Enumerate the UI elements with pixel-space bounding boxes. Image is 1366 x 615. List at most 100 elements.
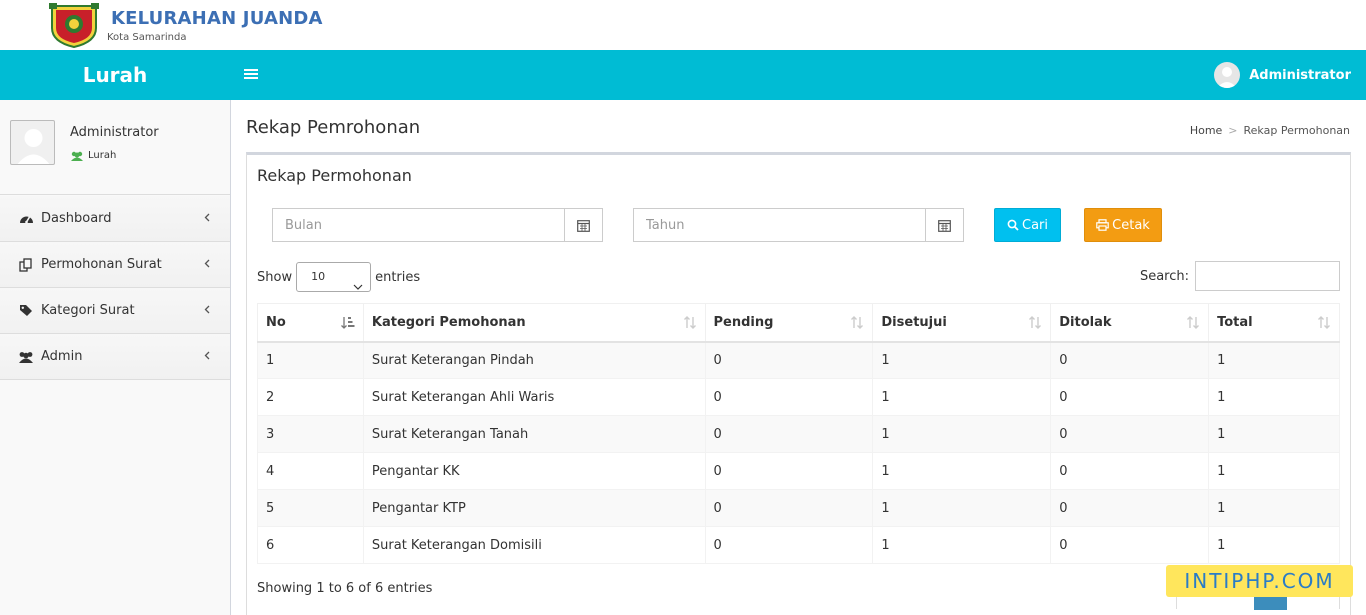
users-icon bbox=[71, 151, 83, 161]
sidebar-toggle-icon[interactable] bbox=[244, 67, 258, 83]
table-row: 1 Surat Keterangan Pindah 0 1 0 1 bbox=[257, 341, 1340, 379]
table-cell: 1 bbox=[872, 415, 1052, 453]
page-title: Rekap Pemrohonan bbox=[246, 117, 421, 138]
table-cell: 0 bbox=[1050, 452, 1210, 490]
sidebar-item-dashboard[interactable]: Dashboard bbox=[0, 196, 230, 242]
column-header-no[interactable]: No bbox=[257, 303, 364, 343]
table-cell: 1 bbox=[1208, 452, 1340, 490]
sort-both-icon bbox=[850, 316, 864, 333]
column-header-total[interactable]: Total bbox=[1208, 303, 1340, 343]
column-header-label: Disetujui bbox=[881, 314, 947, 330]
month-input[interactable] bbox=[273, 209, 564, 241]
breadcrumb-current: Rekap Permohonan bbox=[1243, 124, 1350, 137]
chevron-left-icon bbox=[204, 305, 210, 317]
breadcrumb-home-link[interactable]: Home bbox=[1190, 124, 1222, 137]
search-input[interactable] bbox=[1195, 261, 1340, 291]
watermark-logo: INTIPHP.COM bbox=[1166, 565, 1353, 597]
rekap-box: Rekap Permohonan Cari Cetak Show 10 entr… bbox=[246, 152, 1351, 615]
year-datepicker bbox=[633, 208, 964, 242]
calendar-icon[interactable] bbox=[564, 209, 602, 241]
user-menu-name: Administrator bbox=[1249, 67, 1351, 83]
search-button[interactable]: Cari bbox=[994, 208, 1061, 242]
table-cell: 1 bbox=[872, 526, 1052, 564]
user-menu[interactable]: Administrator bbox=[1214, 50, 1351, 100]
table-cell: 1 bbox=[872, 341, 1052, 379]
tags-icon bbox=[18, 304, 34, 318]
sidebar-item-permohonan-surat[interactable]: Permohonan Surat bbox=[0, 242, 230, 288]
table-cell: 4 bbox=[257, 452, 364, 490]
table-cell: 0 bbox=[1050, 378, 1210, 416]
column-header-disetujui[interactable]: Disetujui bbox=[872, 303, 1052, 343]
column-header-label: Pending bbox=[713, 314, 774, 330]
table-cell: 0 bbox=[704, 489, 874, 527]
sidebar: Administrator Lurah Dashboard Permohonan… bbox=[0, 100, 231, 615]
month-datepicker bbox=[272, 208, 603, 242]
sort-both-icon bbox=[683, 316, 697, 333]
sort-both-icon bbox=[1186, 316, 1200, 333]
column-header-label: No bbox=[266, 314, 286, 330]
rekap-table: No Kategori Pemohonan Pending Disetujui … bbox=[257, 303, 1340, 564]
sidebar-item-admin[interactable]: Admin bbox=[0, 334, 230, 380]
brand-subtitle: Kota Samarinda bbox=[107, 32, 187, 43]
table-cell: 1 bbox=[1208, 378, 1340, 416]
search-icon bbox=[1007, 219, 1019, 231]
table-row: 5 Pengantar KTP 0 1 0 1 bbox=[257, 489, 1340, 527]
table-row: 2 Surat Keterangan Ahli Waris 0 1 0 1 bbox=[257, 378, 1340, 416]
chevron-down-icon bbox=[353, 273, 363, 301]
chevron-left-icon bbox=[204, 259, 210, 271]
table-cell: 0 bbox=[704, 526, 874, 564]
breadcrumb: Home > Rekap Permohonan bbox=[1190, 124, 1350, 137]
user-panel-role: Lurah bbox=[70, 150, 116, 161]
table-cell: 0 bbox=[704, 341, 874, 379]
table-cell: Surat Keterangan Pindah bbox=[362, 341, 706, 379]
column-header-ditolak[interactable]: Ditolak bbox=[1050, 303, 1210, 343]
table-row: 6 Surat Keterangan Domisili 0 1 0 1 bbox=[257, 526, 1340, 564]
header-role-label: Lurah bbox=[82, 63, 148, 87]
table-cell: Surat Keterangan Tanah bbox=[362, 415, 706, 453]
dashboard-icon bbox=[18, 212, 34, 226]
page-length-select[interactable]: 10 bbox=[296, 262, 372, 292]
column-header-pending[interactable]: Pending bbox=[704, 303, 874, 343]
year-input[interactable] bbox=[634, 209, 925, 241]
table-cell: 5 bbox=[257, 489, 364, 527]
city-emblem-logo bbox=[46, 2, 102, 49]
sidebar-item-label: Dashboard bbox=[41, 211, 112, 226]
table-cell: 0 bbox=[1050, 489, 1210, 527]
table-cell: 1 bbox=[872, 489, 1052, 527]
show-label: Show bbox=[257, 269, 293, 285]
top-navbar: Lurah Administrator bbox=[0, 50, 1366, 100]
sidebar-item-label: Admin bbox=[41, 349, 83, 364]
page-length-value: 10 bbox=[311, 270, 326, 283]
table-cell: 0 bbox=[704, 415, 874, 453]
sort-ascending-icon bbox=[340, 316, 355, 333]
table-cell: 6 bbox=[257, 526, 364, 564]
table-cell: 0 bbox=[704, 378, 874, 416]
users-icon bbox=[18, 350, 34, 364]
table-cell: 1 bbox=[1208, 341, 1340, 379]
chevron-left-icon bbox=[204, 213, 210, 225]
calendar-icon[interactable] bbox=[925, 209, 963, 241]
table-cell: 1 bbox=[872, 452, 1052, 490]
table-search: Search: bbox=[1140, 261, 1340, 291]
table-cell: 0 bbox=[704, 452, 874, 490]
user-role-label: Lurah bbox=[88, 150, 117, 161]
user-panel: Administrator Lurah bbox=[0, 100, 230, 195]
table-cell: Pengantar KK bbox=[362, 452, 706, 490]
avatar bbox=[10, 120, 55, 165]
table-row: 4 Pengantar KK 0 1 0 1 bbox=[257, 452, 1340, 490]
user-panel-name: Administrator bbox=[70, 125, 159, 140]
avatar bbox=[1214, 62, 1241, 88]
table-cell: 1 bbox=[257, 341, 364, 379]
print-button[interactable]: Cetak bbox=[1084, 208, 1162, 242]
search-button-label: Cari bbox=[1022, 217, 1048, 233]
sidebar-item-label: Permohonan Surat bbox=[41, 257, 162, 272]
breadcrumb-separator: > bbox=[1228, 124, 1238, 137]
sort-both-icon bbox=[1317, 316, 1331, 333]
table-cell: 0 bbox=[1050, 341, 1210, 379]
table-cell: 1 bbox=[1208, 526, 1340, 564]
column-header-kategori[interactable]: Kategori Pemohonan bbox=[362, 303, 706, 343]
sidebar-item-kategori-surat[interactable]: Kategori Surat bbox=[0, 288, 230, 334]
column-header-label: Total bbox=[1217, 314, 1253, 330]
box-title: Rekap Permohonan bbox=[257, 166, 412, 185]
table-row: 3 Surat Keterangan Tanah 0 1 0 1 bbox=[257, 415, 1340, 453]
